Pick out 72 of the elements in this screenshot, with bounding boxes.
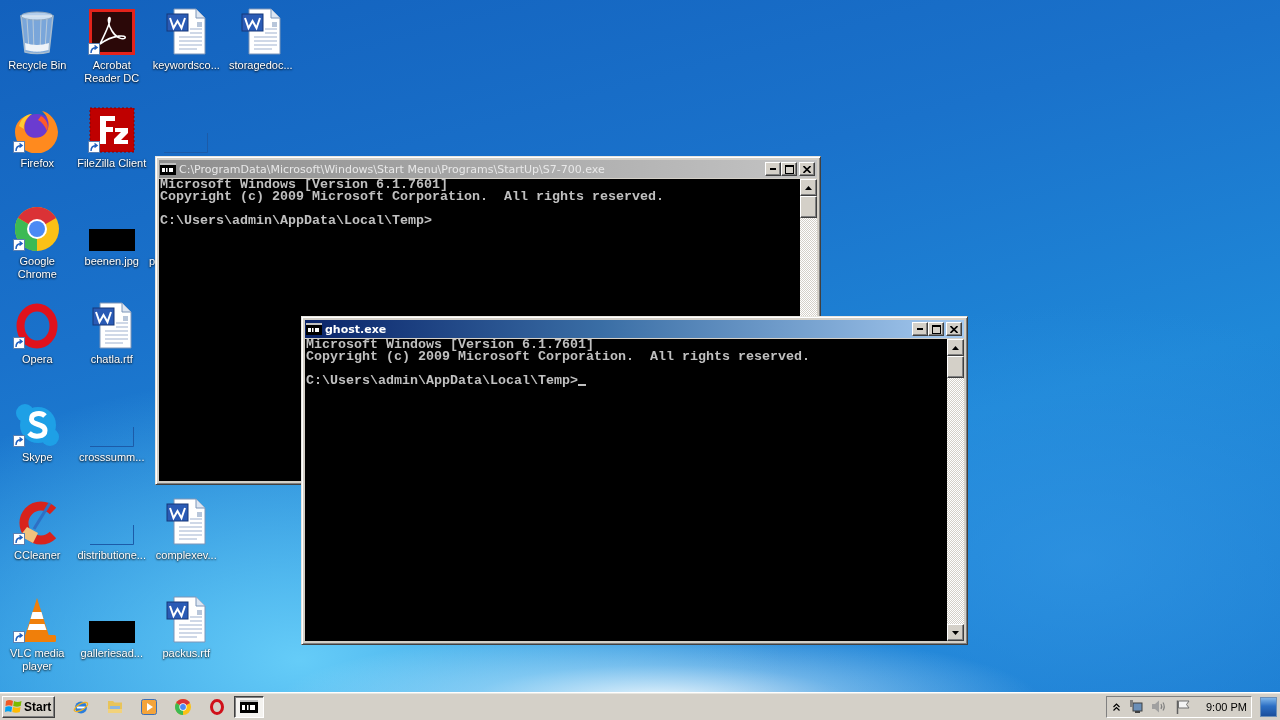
minimize-button[interactable]	[912, 322, 928, 336]
close-icon	[950, 325, 958, 333]
network-icon[interactable]	[1129, 699, 1143, 714]
arrow-up-icon	[805, 185, 812, 190]
empty-thumbnail-icon[interactable]	[89, 525, 134, 545]
image-thumbnail-icon[interactable]	[88, 621, 135, 643]
console-line: Copyright (c) 2009 Microsoft Corporation. All rights reserved.	[306, 351, 811, 363]
desktop-icon-label[interactable]: storagedoc...	[228, 59, 293, 72]
document-icon[interactable]	[166, 595, 207, 643]
desktop-icon-label[interactable]: Recycle Bin	[8, 59, 67, 72]
desktop-icon-label[interactable]: Skype	[21, 451, 53, 464]
desktop-icon-label[interactable]: keywordsco...	[152, 59, 220, 72]
taskbar-window-button[interactable]	[234, 695, 264, 718]
maximize-icon	[931, 324, 941, 334]
desktop-icon-label[interactable]: p	[149, 255, 156, 268]
desktop-icon-label[interactable]: beenen.jpg	[84, 255, 139, 268]
window-title: C:\ProgramData\Microsoft\Windows\Start Menu\Programs\StartUp\S7-700.exe	[179, 162, 605, 176]
desktop-icon-label[interactable]: VLC media player	[0, 647, 75, 673]
document-icon[interactable]	[91, 301, 132, 349]
desktop-icon-label[interactable]: Opera	[21, 353, 53, 366]
window-title: ghost.exe	[325, 322, 387, 336]
maximize-icon	[784, 164, 794, 174]
close-button[interactable]	[799, 162, 815, 176]
console-icon	[306, 323, 322, 335]
scroll-up-button[interactable]	[947, 339, 964, 356]
document-icon[interactable]	[166, 497, 207, 545]
clock[interactable]: 9:00 PM	[1206, 700, 1247, 713]
pdf-reader-icon[interactable]	[88, 9, 135, 55]
browser-circle-icon[interactable]	[175, 698, 191, 715]
image-thumbnail-icon[interactable]	[88, 229, 135, 251]
desktop-icon-label[interactable]: Firefox	[20, 157, 55, 170]
desktop-icon-label[interactable]: CCleaner	[14, 549, 61, 562]
document-icon[interactable]	[240, 7, 281, 55]
fz-logo-icon[interactable]	[88, 107, 135, 153]
close-icon	[803, 165, 811, 173]
maximize-button[interactable]	[928, 322, 944, 336]
show-desktop-button[interactable]	[1260, 696, 1277, 717]
arrow-up-icon	[952, 345, 959, 350]
desktop-icon-label[interactable]: chatla.rtf	[90, 353, 133, 366]
start-button[interactable]: Start	[2, 695, 55, 718]
browser-circle-icon[interactable]	[15, 207, 60, 251]
empty-thumbnail-icon[interactable]	[89, 427, 134, 447]
chevron-up-icon[interactable]	[1113, 702, 1120, 711]
desktop-icon-label[interactable]: crosssumm...	[79, 451, 145, 464]
console-icon	[240, 700, 258, 713]
console-prompt: C:\Users\admin\AppData\Local\Temp>	[160, 215, 432, 227]
desktop-icon-label[interactable]: FileZilla Client	[77, 157, 147, 170]
console-prompt: C:\Users\admin\AppData\Local\Temp>	[306, 375, 578, 387]
minimize-button[interactable]	[765, 162, 781, 176]
flag-logo-icon	[5, 699, 22, 714]
close-button[interactable]	[946, 322, 962, 336]
empty-thumbnail-icon[interactable]	[164, 133, 209, 153]
desktop-icon-label[interactable]: distributione...	[77, 549, 146, 562]
console-line: Copyright (c) 2009 Microsoft Corporation. All rights reserved.	[160, 191, 665, 203]
flag-icon[interactable]	[1176, 699, 1190, 714]
s-cloud-icon[interactable]	[15, 403, 60, 447]
desktop-icon-label[interactable]: Google Chrome	[0, 255, 75, 281]
minimize-icon	[917, 328, 923, 330]
maximize-button[interactable]	[781, 162, 797, 176]
minimize-icon	[770, 168, 776, 170]
arrow-down-icon	[952, 630, 959, 635]
scroll-up-button[interactable]	[800, 179, 817, 196]
scroll-down-button[interactable]	[947, 624, 964, 641]
desktop-icon-label[interactable]: Acrobat Reader DC	[74, 59, 149, 85]
fox-globe-icon[interactable]	[14, 109, 61, 153]
document-icon[interactable]	[166, 7, 207, 55]
o-ring-icon[interactable]	[210, 698, 224, 715]
scroll-thumb[interactable]	[947, 356, 964, 378]
console-icon	[160, 163, 176, 175]
play-icon[interactable]	[141, 698, 157, 715]
scroll-thumb[interactable]	[800, 196, 817, 218]
o-ring-icon[interactable]	[16, 303, 59, 349]
